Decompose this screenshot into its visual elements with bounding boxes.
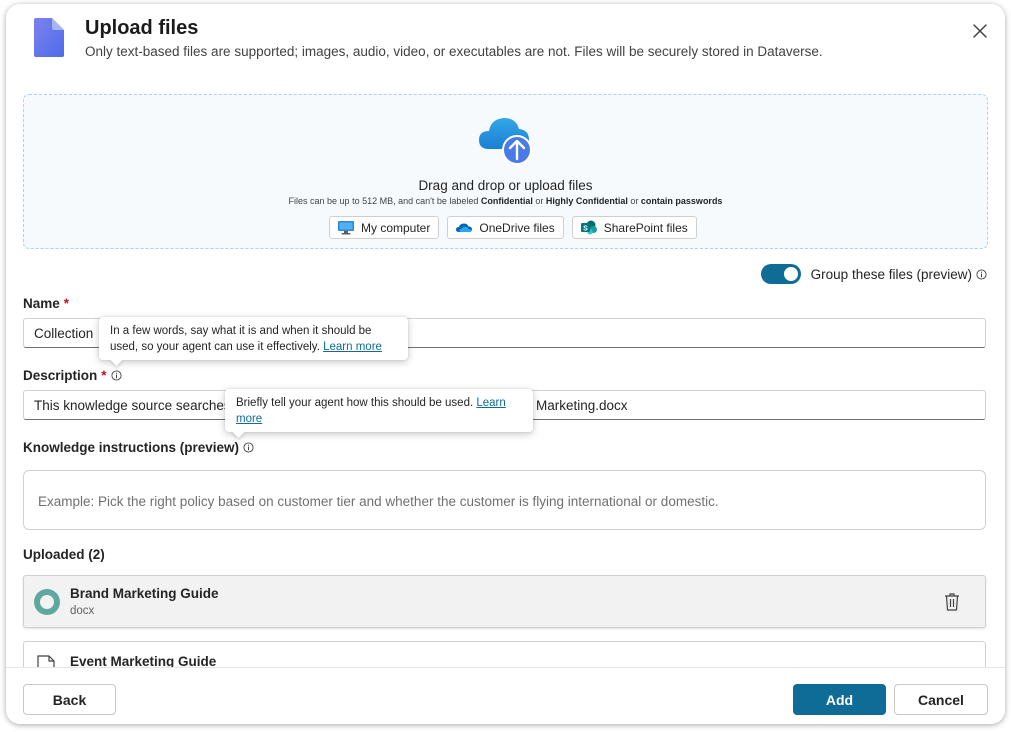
- svg-text:S: S: [583, 226, 588, 233]
- upload-files-dialog: Upload files Only text-based files are s…: [6, 4, 1005, 724]
- group-files-label: Group these files (preview): [811, 267, 987, 282]
- name-input-value: Collection: [34, 325, 94, 341]
- name-info-tooltip: In a few words, say what it is and when …: [99, 317, 408, 366]
- learn-more-link[interactable]: Learn more: [323, 341, 382, 353]
- description-value-start: This knowledge source searches: [34, 397, 231, 413]
- uploaded-file-row[interactable]: Brand Marketing Guide docx: [23, 575, 986, 628]
- name-label: Name *: [23, 296, 70, 311]
- info-icon[interactable]: [110, 370, 122, 381]
- close-button[interactable]: [969, 20, 991, 42]
- group-files-toggle[interactable]: [760, 264, 801, 284]
- knowledge-instructions-input[interactable]: Example: Pick the right policy based on …: [23, 470, 986, 530]
- required-mark: *: [63, 296, 70, 311]
- close-icon: [973, 24, 987, 38]
- info-icon[interactable]: [976, 268, 987, 280]
- delete-icon[interactable]: [943, 592, 961, 612]
- file-dropzone[interactable]: Drag and drop or upload files Files can …: [23, 94, 988, 249]
- my-computer-label: My computer: [361, 220, 431, 235]
- my-computer-button[interactable]: My computer: [329, 216, 440, 239]
- upload-source-buttons: My computer OneDrive files S SharePoint …: [329, 216, 697, 239]
- file-type: docx: [70, 605, 95, 617]
- dialog-footer: Back Add Cancel: [6, 667, 1005, 724]
- cancel-button[interactable]: Cancel: [894, 684, 988, 715]
- sharepoint-files-label: SharePoint files: [603, 220, 688, 235]
- tooltip-text: Briefly tell your agent how this should …: [236, 397, 474, 409]
- add-button[interactable]: Add: [793, 684, 886, 715]
- info-icon[interactable]: [243, 442, 254, 453]
- description-info-tooltip: Briefly tell your agent how this should …: [225, 389, 533, 438]
- knowledge-instructions-placeholder: Example: Pick the right policy based on …: [38, 494, 719, 509]
- required-mark: *: [101, 368, 107, 383]
- onedrive-files-label: OneDrive files: [479, 220, 555, 235]
- document-icon: [34, 18, 64, 57]
- cloud-upload-icon: [479, 118, 532, 165]
- dialog-title: Upload files: [85, 17, 199, 39]
- tooltip-beak: [110, 353, 123, 366]
- monitor-icon: [338, 221, 354, 235]
- dropzone-note: Files can be up to 512 MB, and can't be …: [288, 196, 723, 206]
- knowledge-instructions-label: Knowledge instructions (preview): [23, 440, 254, 455]
- dropzone-title: Drag and drop or upload files: [418, 178, 593, 193]
- sharepoint-files-button[interactable]: S SharePoint files: [571, 216, 697, 239]
- onedrive-icon: [456, 223, 473, 232]
- file-status-icon: [34, 589, 60, 615]
- back-button[interactable]: Back: [23, 684, 116, 715]
- tooltip-beak: [232, 425, 245, 438]
- group-files-toggle-row: Group these files (preview): [760, 264, 987, 284]
- description-label: Description *: [23, 368, 122, 383]
- uploaded-count-label: Uploaded (2): [23, 547, 105, 562]
- description-value-end: Marketing.docx: [536, 397, 628, 413]
- sharepoint-icon: S: [580, 220, 597, 235]
- file-name: Brand Marketing Guide: [70, 586, 219, 601]
- onedrive-files-button[interactable]: OneDrive files: [447, 216, 564, 239]
- dialog-subtitle: Only text-based files are supported; ima…: [85, 44, 823, 59]
